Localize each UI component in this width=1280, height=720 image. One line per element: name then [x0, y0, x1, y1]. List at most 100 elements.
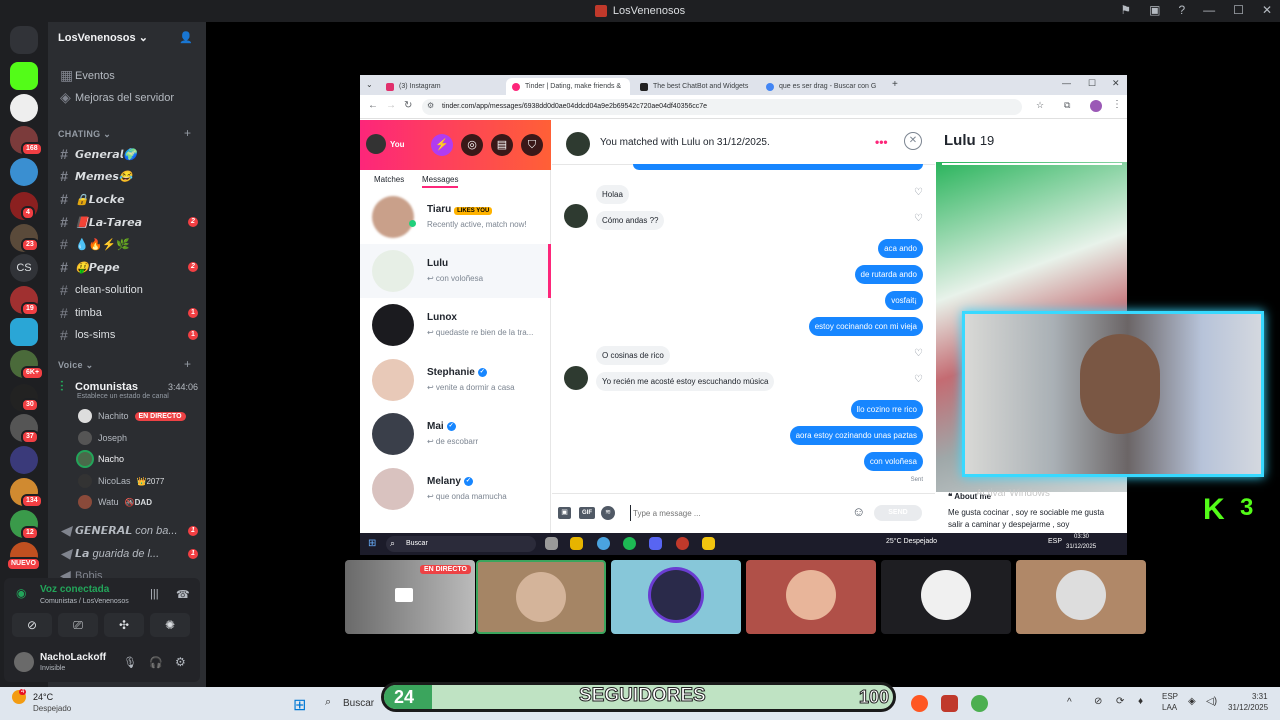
windows-start-icon[interactable]: ⊞ — [368, 538, 376, 549]
soundboard-button[interactable]: ✺ — [150, 613, 190, 637]
noise-suppression-icon[interactable]: ||| — [150, 588, 159, 600]
add-channel-icon[interactable]: + — [184, 126, 191, 140]
stream-tile[interactable] — [611, 560, 741, 634]
reload-icon[interactable]: ↻ — [404, 100, 412, 111]
extensions-icon[interactable]: ⧉ — [1064, 100, 1070, 111]
stream-tile[interactable] — [1016, 560, 1146, 634]
spotify-icon[interactable] — [623, 537, 636, 550]
voice-member[interactable]: Joseph — [78, 431, 127, 445]
clock-time[interactable]: 3:31 — [1252, 692, 1268, 701]
more-options-icon[interactable]: ••• — [875, 135, 888, 149]
weather-temp[interactable]: 24°C — [33, 692, 53, 702]
taskbar-search[interactable]: Buscar — [343, 698, 374, 709]
channel-los-sims[interactable]: # los-sims 1 — [60, 327, 200, 343]
conversation-item[interactable]: Stephanie ✓ ↩ venite a dormir a casa — [360, 353, 551, 407]
channel-pepe[interactable]: # 🤑𝙋𝙚𝙥𝙚 2 — [60, 259, 200, 275]
tab-google[interactable]: que es ser drag - Buscar con G — [760, 78, 886, 95]
message-input[interactable] — [630, 505, 840, 521]
profile-avatar[interactable] — [1090, 100, 1102, 112]
menu-boosts[interactable]: ◈ Mejoras del servidor — [60, 89, 200, 106]
channel-clean-solution[interactable]: # clean-solution — [60, 282, 200, 298]
send-button[interactable]: SEND — [874, 505, 922, 521]
voice-member[interactable]: Nacho — [78, 452, 124, 466]
voice-member[interactable]: Watu 🚳DAD — [78, 495, 152, 509]
stream-tile[interactable]: EN DIRECTO — [345, 560, 475, 634]
voice-member[interactable]: Nachito EN DIRECTO — [78, 409, 186, 423]
voice-member[interactable]: NicoLas 👑2077 — [78, 474, 164, 488]
tab-search-icon[interactable]: ⌄ — [366, 80, 373, 89]
server-kick-icon[interactable] — [10, 62, 38, 90]
channel-general[interactable]: # 𝙂𝙚𝙣𝙚𝙧𝙖𝙡🌍 — [60, 146, 200, 162]
voice-channel[interactable]: ◀ 𝙂𝙀𝙉𝙀𝙍𝘼𝙇 con ba... 1 — [60, 522, 200, 539]
weather-desc[interactable]: Despejado — [33, 704, 71, 713]
server-icon[interactable] — [10, 158, 38, 186]
windows-start-icon[interactable]: ⊞ — [293, 695, 306, 715]
server-icon[interactable] — [10, 446, 38, 474]
sync-icon[interactable]: ⟳ — [1116, 696, 1124, 707]
chrome-icon[interactable] — [597, 537, 610, 550]
url-input[interactable]: tinder.com/app/messages/6938dd0d0ae04ddc… — [422, 99, 1022, 115]
inner-search[interactable]: Buscar — [386, 536, 536, 552]
site-info-icon[interactable]: ⚙ — [427, 101, 434, 110]
file-explorer-icon[interactable] — [570, 537, 583, 550]
voice-channel[interactable]: ◀ 𝙇𝙖 guarida de l... 1 — [60, 545, 200, 562]
chrome-icon[interactable] — [971, 695, 988, 712]
close-chat-icon[interactable]: ✕ — [904, 132, 922, 150]
invite-icon[interactable]: 👤 — [179, 31, 193, 44]
like-heart-icon[interactable]: ♡ — [914, 213, 923, 224]
screen-share-icon[interactable]: ▣ — [1149, 3, 1160, 17]
voice-location[interactable]: Comunistas / LosVenenosos — [40, 598, 129, 605]
channel-timba[interactable]: # timba 1 — [60, 305, 200, 321]
like-heart-icon[interactable]: ♡ — [914, 187, 923, 198]
tab-matches[interactable]: Matches — [374, 175, 404, 184]
like-heart-icon[interactable]: ♡ — [914, 348, 923, 359]
conversation-item[interactable]: Melany ✓ ↩ que onda mamucha — [360, 462, 551, 516]
back-icon[interactable]: ← — [368, 100, 378, 111]
tab-messages[interactable]: Messages — [422, 175, 459, 188]
mic-icon[interactable]: ♦ — [1138, 696, 1143, 707]
wifi-icon[interactable]: ◈ — [1188, 696, 1196, 707]
chat-avatar[interactable] — [566, 132, 590, 156]
tab-chatbot[interactable]: The best ChatBot and Widgets — [634, 78, 760, 95]
conversation-item[interactable]: Mai ✓ ↩ de escobarr — [360, 407, 551, 461]
task-view-icon[interactable] — [545, 537, 558, 550]
bookmark-icon[interactable]: ☆ — [1036, 100, 1044, 111]
menu-events[interactable]: ▦ Eventos — [60, 67, 200, 84]
volume-icon[interactable]: ◁) — [1206, 696, 1217, 707]
discord-home-icon[interactable] — [10, 26, 38, 54]
channel-memes[interactable]: # 𝙈𝙚𝙢𝙚𝙨😂 — [60, 168, 200, 184]
shield-icon[interactable]: ⛉ — [521, 134, 543, 156]
category-chatting[interactable]: CHATING ⌄ — [58, 129, 111, 140]
weather-widget[interactable]: 25°C Despejado — [886, 538, 937, 545]
boost-icon[interactable]: ⚡ — [431, 134, 453, 156]
microphone-icon[interactable]: 🎙 — [123, 656, 137, 669]
explore-icon[interactable]: ◎ — [461, 134, 483, 156]
tab-tinder[interactable]: Tinder | Dating, make friends & — [506, 78, 630, 95]
maximize-button[interactable]: ☐ — [1233, 3, 1244, 17]
close-button[interactable]: ✕ — [1112, 78, 1120, 89]
activities-button[interactable]: ✣ — [104, 613, 144, 637]
minimize-button[interactable]: — — [1203, 3, 1215, 17]
tab-instagram[interactable]: (3) Instagram — [380, 78, 502, 95]
avatar[interactable] — [14, 652, 34, 672]
server-cs-icon[interactable]: CS — [10, 254, 38, 282]
close-button[interactable]: ✕ — [1262, 3, 1272, 17]
gif-button[interactable]: GIF — [579, 507, 595, 519]
stream-tile[interactable] — [881, 560, 1011, 634]
maximize-button[interactable]: ☐ — [1088, 78, 1096, 89]
new-tab-button[interactable]: + — [892, 79, 898, 90]
clock-date[interactable]: 31/12/2025 — [1228, 703, 1268, 712]
guild-name-button[interactable]: LosVenenosos ⌄ — [58, 31, 148, 44]
obs-icon[interactable] — [676, 537, 689, 550]
help-icon[interactable]: ? — [1178, 3, 1185, 17]
my-avatar[interactable] — [366, 134, 386, 154]
channel-elements[interactable]: # 💧🔥⚡🌿 — [60, 236, 200, 252]
lang-region[interactable]: LAA — [1162, 703, 1177, 712]
channel-la-tarea[interactable]: # 📕𝙇𝙖-𝙏𝙖𝙧𝙚𝙖 2 — [60, 214, 200, 230]
camera-button[interactable]: ⊘ — [12, 613, 52, 637]
forward-icon[interactable]: → — [386, 100, 396, 111]
lang-indicator[interactable]: ESP — [1162, 692, 1178, 701]
spotify-icon[interactable]: ≋ — [601, 506, 615, 520]
app-icon[interactable] — [941, 695, 958, 712]
disconnect-icon[interactable]: ☎ — [176, 588, 190, 601]
